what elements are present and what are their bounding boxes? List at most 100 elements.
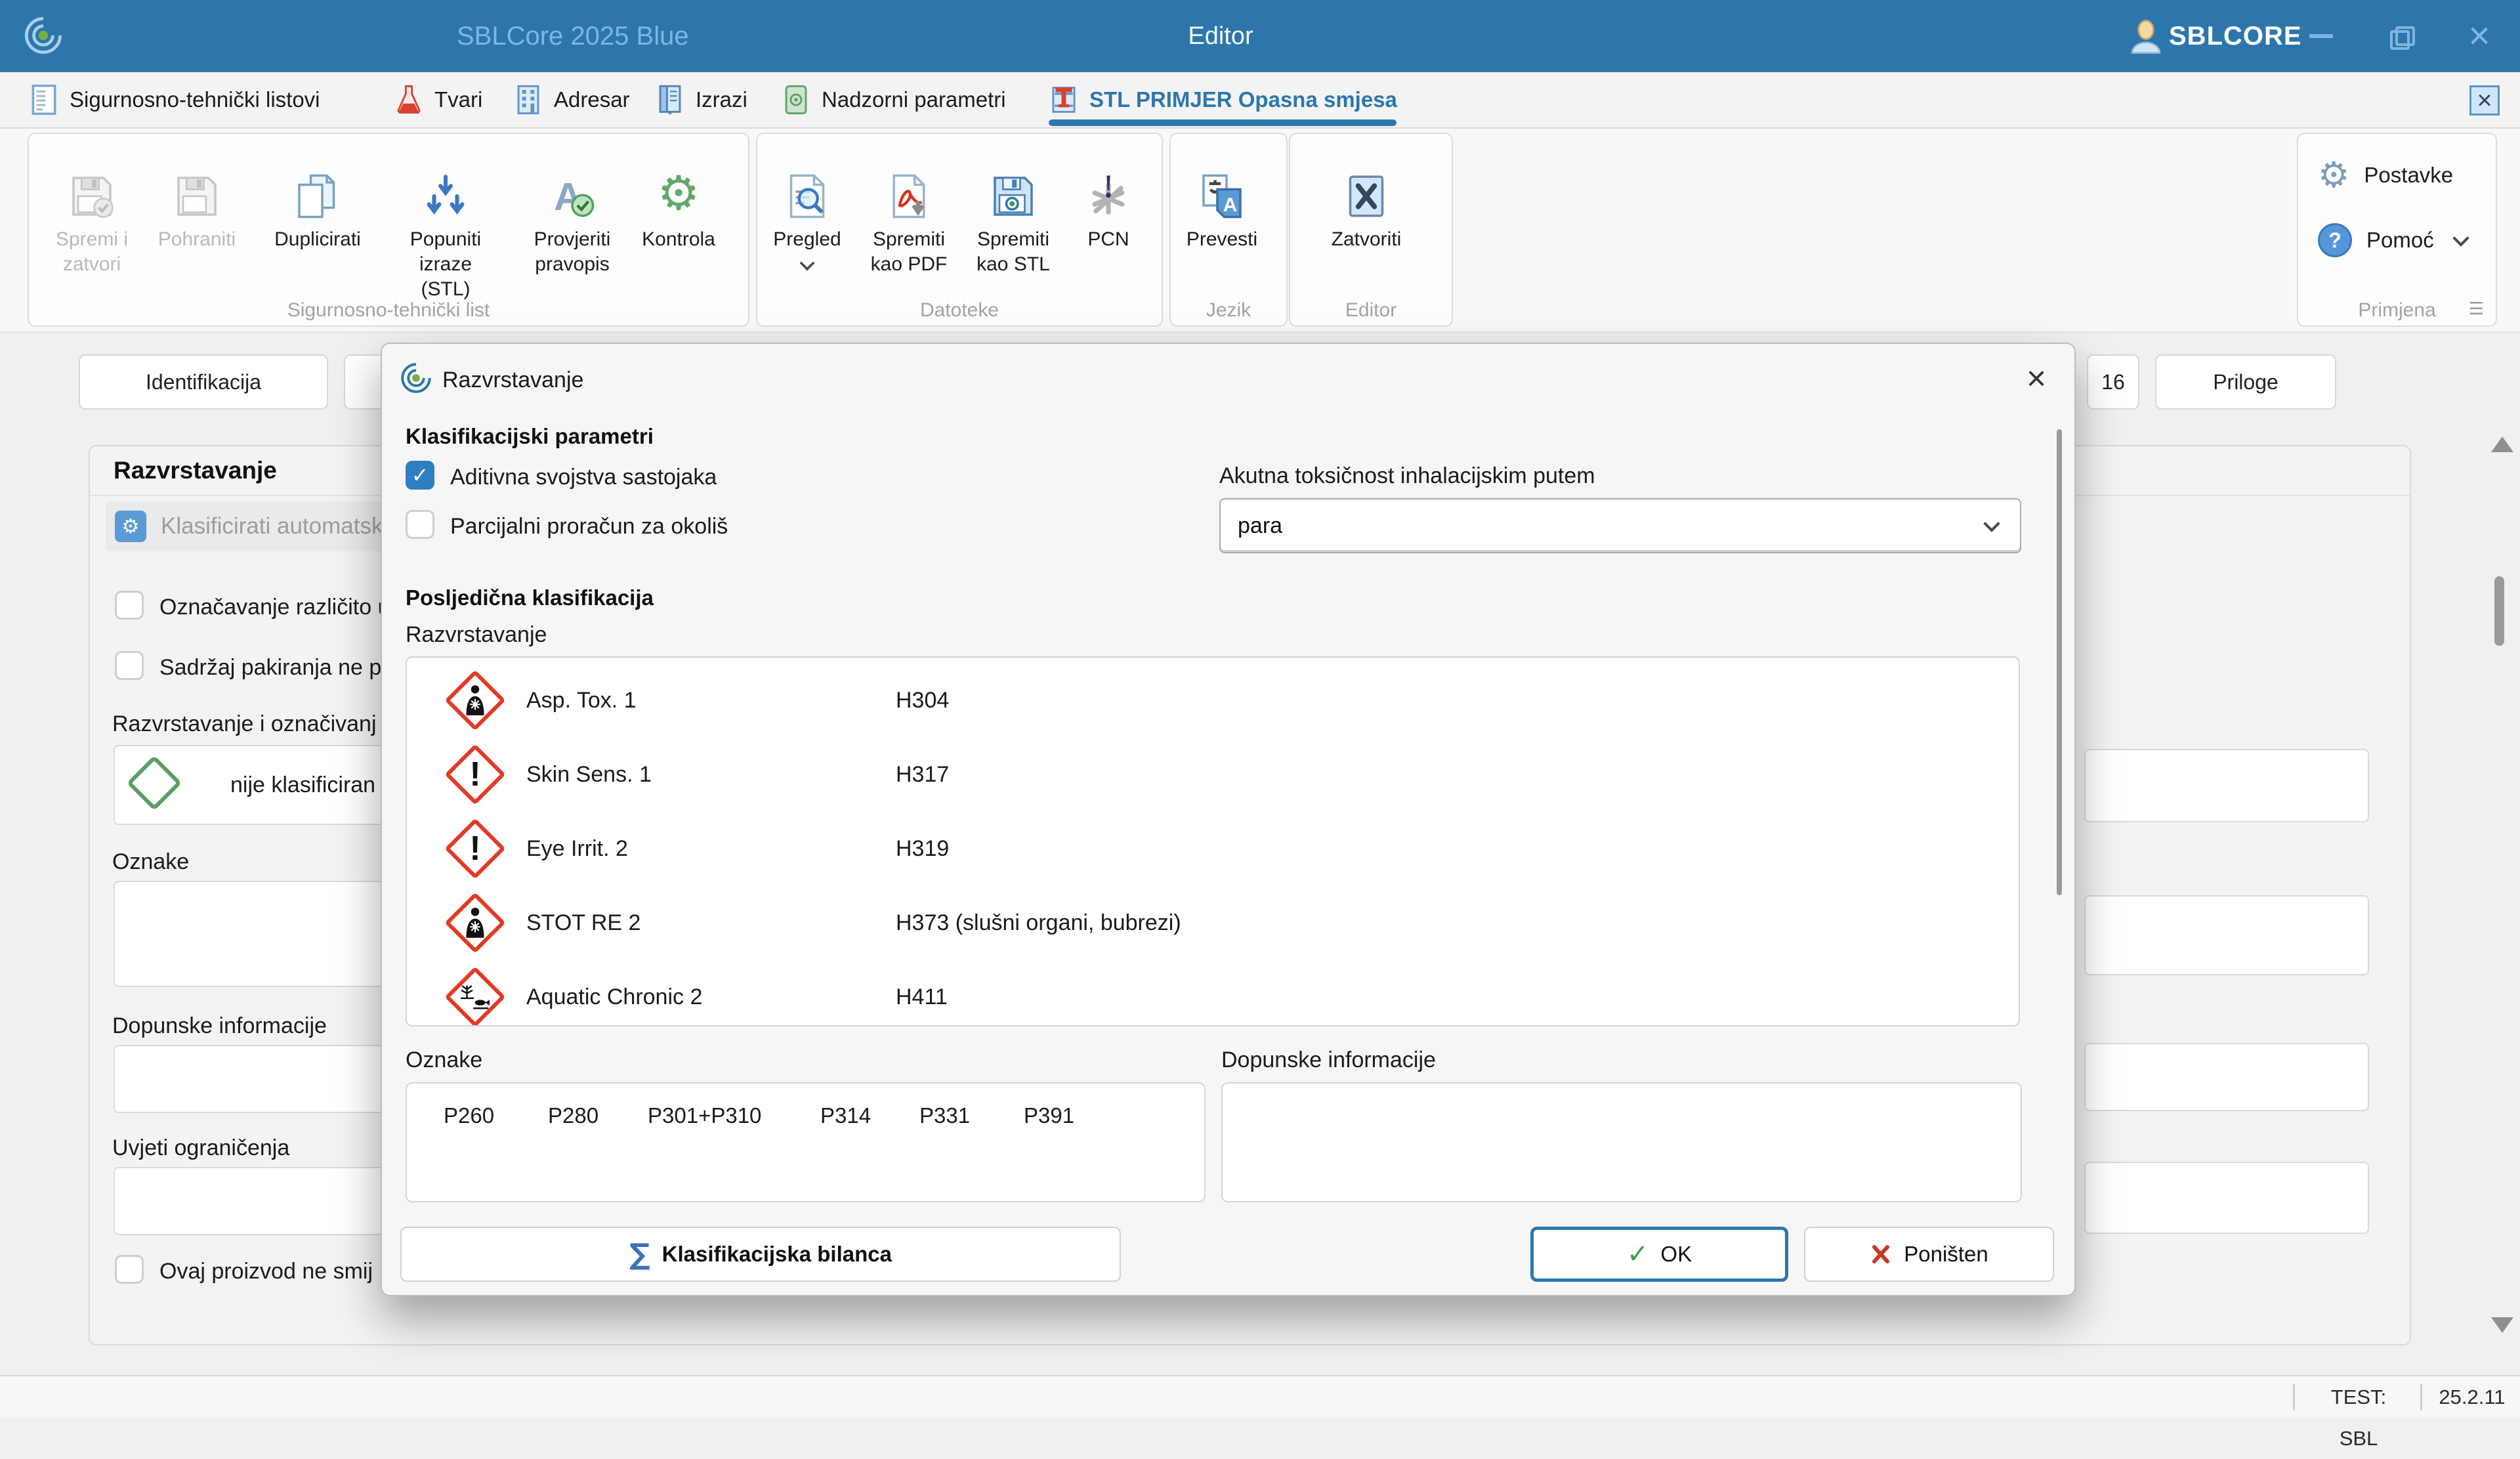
- tab-izrazi[interactable]: Izrazi: [655, 72, 747, 127]
- ghs08-health-hazard-icon: [444, 891, 507, 954]
- fill-phrases-icon: [393, 143, 498, 219]
- check-icon: ✓: [1627, 1239, 1649, 1269]
- ribbon-group-primjena: ⚙ Postavke ? Pomoć Primjena ☰: [2297, 133, 2497, 327]
- tab-sigurnosno-tehnicki-listovi[interactable]: Sigurnosno-tehnički listovi: [29, 72, 320, 127]
- tab-nadzorni-parametri[interactable]: Nadzorni parametri: [781, 72, 1006, 127]
- help-button[interactable]: ? Pomoć: [2318, 223, 2467, 257]
- ribbon-group-editor: Zatvoriti Editor: [1289, 133, 1453, 327]
- inhalation-route-value: para: [1238, 513, 1282, 539]
- classification-label: Razvrstavanje i označivanj: [112, 711, 377, 737]
- ok-button[interactable]: ✓ OK: [1530, 1227, 1788, 1282]
- priloge-section-button[interactable]: Priloge: [2155, 354, 2336, 410]
- settings-button[interactable]: ⚙ Postavke: [2318, 158, 2453, 193]
- classification-listbox[interactable]: Asp. Tox. 1 H304 ! Skin Sens. 1 H317 ! E…: [406, 656, 2020, 1026]
- spellcheck-icon: A: [520, 143, 625, 219]
- classification-row[interactable]: ! Eye Irrit. 2 H319: [407, 812, 2019, 885]
- classification-row[interactable]: ! Skin Sens. 1 H317: [407, 738, 2019, 811]
- save-icon: [144, 143, 249, 219]
- panel-title: Razvrstavanje: [114, 457, 277, 484]
- minimize-icon: [2309, 34, 2333, 38]
- book-icon: [655, 85, 685, 115]
- p-code[interactable]: P331: [919, 1103, 970, 1128]
- preview-button[interactable]: Pregled: [755, 143, 860, 272]
- pcn-button[interactable]: PCN: [1056, 143, 1161, 252]
- save-as-pdf-button[interactable]: Spremiti kao PDF: [856, 143, 961, 277]
- close-editor-button[interactable]: Zatvoriti: [1314, 143, 1419, 252]
- duplicate-button[interactable]: Duplicirati: [265, 143, 370, 252]
- ghs08-health-hazard-icon: [444, 669, 507, 732]
- preview-dropdown-chevron[interactable]: [755, 257, 860, 272]
- scrollbar-thumb[interactable]: [2494, 576, 2504, 646]
- p-code[interactable]: P280: [548, 1103, 598, 1128]
- right-input-1[interactable]: [2084, 749, 2369, 822]
- building-icon: [513, 85, 543, 115]
- right-input-2[interactable]: [2084, 895, 2369, 975]
- sds-list-icon: [29, 85, 59, 115]
- uvjeti-label: Uvjeti ograničenja: [112, 1135, 289, 1161]
- classify-gear-icon: ⚙: [115, 511, 146, 542]
- tab-label: Tvari: [434, 87, 482, 112]
- translate-button[interactable]: A Prevesti: [1169, 143, 1274, 252]
- environment-label: TEST: SBL: [2309, 1376, 2408, 1418]
- ribbon-group-jezik: A Prevesti Jezik: [1169, 133, 1288, 327]
- cancel-button[interactable]: Poništen: [1804, 1227, 2054, 1282]
- p-codes-box[interactable]: P260 P280 P301+P310 P314 P331 P391: [406, 1082, 1206, 1202]
- scroll-down-arrow[interactable]: [2491, 1317, 2513, 1333]
- p-code[interactable]: P260: [444, 1103, 494, 1128]
- classification-row[interactable]: Asp. Tox. 1 H304: [407, 664, 2019, 737]
- version-label: 25.2.11: [2436, 1376, 2508, 1418]
- additive-properties-checkbox[interactable]: ✓: [406, 461, 434, 490]
- tab-label: Izrazi: [696, 87, 747, 112]
- save-and-close-button[interactable]: Spremi i zatvori: [39, 143, 144, 277]
- packaging-content-checkbox[interactable]: [115, 651, 144, 680]
- minimize-button[interactable]: [2295, 0, 2347, 72]
- right-input-4[interactable]: [2084, 1162, 2369, 1234]
- partial-calculation-checkbox[interactable]: [406, 510, 434, 539]
- inhalation-route-select[interactable]: para: [1219, 498, 2021, 553]
- ribbon-group-sds: Spremi i zatvori Pohraniti Duplicirati P…: [28, 133, 749, 327]
- app-logo-icon: [22, 14, 64, 56]
- labeling-different-checkbox[interactable]: [115, 591, 144, 620]
- save-close-icon: [39, 143, 144, 219]
- control-button[interactable]: ⚙ Kontrola: [626, 143, 731, 252]
- tab-adresar[interactable]: Adresar: [513, 72, 630, 127]
- tab-tvari[interactable]: Tvari: [394, 72, 482, 127]
- p-code[interactable]: P314: [820, 1103, 871, 1128]
- classification-row[interactable]: Aquatic Chronic 2 H411: [407, 960, 2019, 1026]
- product-restriction-checkbox[interactable]: [115, 1255, 144, 1284]
- dialog-close-button[interactable]: ×: [2013, 356, 2059, 402]
- maximize-button[interactable]: [2374, 0, 2426, 72]
- right-input-3[interactable]: [2084, 1043, 2369, 1111]
- classification-balance-button[interactable]: ∑ Klasifikacijska bilanca: [400, 1227, 1121, 1282]
- sds-doc-icon: [1049, 85, 1079, 115]
- close-window-button[interactable]: ×: [2453, 0, 2506, 72]
- inhalation-route-label: Akutna toksičnost inhalacijskim putem: [1219, 463, 1595, 489]
- fill-phrases-button[interactable]: Popuniti izraze (STL): [393, 143, 498, 302]
- ghs07-exclamation-icon: !: [444, 743, 507, 806]
- close-tab-button[interactable]: ×: [2469, 85, 2500, 116]
- identifikacija-section-button[interactable]: Identifikacija: [79, 354, 328, 410]
- dialog-scrollbar[interactable]: [2057, 429, 2062, 895]
- group-options-icon[interactable]: ☰: [2469, 299, 2484, 319]
- status-bar: TEST: SBL 25.2.11: [0, 1375, 2520, 1418]
- spellcheck-button[interactable]: A Provjeriti pravopis: [520, 143, 625, 277]
- classification-params-heading: Klasifikacijski parametri: [406, 424, 654, 449]
- section-16-button[interactable]: 16: [2087, 354, 2139, 410]
- resulting-classification-heading: Posljedična klasifikacija: [406, 585, 654, 610]
- dopunske-info-box[interactable]: [1221, 1082, 2022, 1202]
- save-button[interactable]: Pohraniti: [144, 143, 249, 252]
- pcn-icon: [1056, 143, 1161, 219]
- save-as-stl-button[interactable]: Spremiti kao STL: [961, 143, 1066, 277]
- status-divider: [2293, 1384, 2295, 1410]
- ribbon-group-label: Primjena: [2298, 299, 2496, 322]
- classification-list-label: Razvrstavanje: [406, 622, 547, 648]
- user-name[interactable]: SBLCORE: [2169, 0, 2302, 72]
- p-code[interactable]: P391: [1024, 1103, 1074, 1128]
- app-window: SBLCore 2025 Blue Editor SBLCORE × Sigur…: [0, 0, 2520, 1418]
- classification-row[interactable]: STOT RE 2 H373 (slušni organi, bubrezi): [407, 886, 2019, 960]
- status-divider: [2420, 1384, 2422, 1410]
- labeling-different-label: Označavanje različito u: [159, 595, 390, 620]
- tab-label: Adresar: [554, 87, 630, 112]
- scroll-up-arrow[interactable]: [2491, 436, 2513, 452]
- p-code[interactable]: P301+P310: [648, 1103, 761, 1128]
